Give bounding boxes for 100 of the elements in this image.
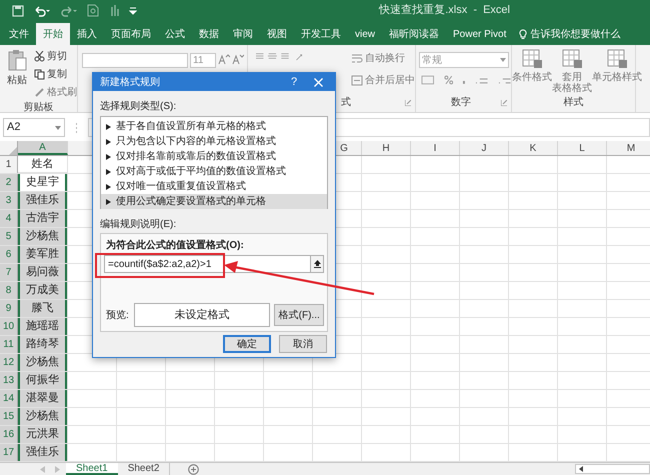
scroll-right-icon[interactable] xyxy=(55,466,60,473)
column-header[interactable]: I xyxy=(411,141,460,155)
redo-icon[interactable] xyxy=(60,4,78,16)
rule-type-item[interactable]: 只为包含以下内容的单元格设置格式 xyxy=(116,134,276,149)
increase-font-icon[interactable] xyxy=(218,53,230,65)
help-button[interactable]: ? xyxy=(286,74,302,90)
scroll-left-icon[interactable] xyxy=(579,466,583,472)
column-header[interactable]: K xyxy=(509,141,558,155)
ribbon-tab[interactable]: 视图 xyxy=(260,23,294,45)
format-button[interactable]: 格式(F)... xyxy=(274,304,324,326)
ribbon-tab[interactable]: 文件 xyxy=(2,23,36,45)
column-header[interactable]: H xyxy=(362,141,411,155)
dialog-button[interactable]: 确定 xyxy=(223,335,271,353)
ribbon-tab[interactable]: 福昕阅读器 xyxy=(382,23,446,45)
row-header[interactable]: 14 xyxy=(0,390,18,407)
wrap-text-icon[interactable] xyxy=(351,53,363,64)
paste-icon[interactable] xyxy=(7,49,27,71)
row-header[interactable]: 10 xyxy=(0,318,18,335)
row-header[interactable]: 13 xyxy=(0,372,18,389)
brush-icon[interactable] xyxy=(34,87,45,98)
font-name-field[interactable] xyxy=(82,53,188,68)
table-cell[interactable]: 万成美 xyxy=(18,282,68,299)
table-cell[interactable]: 强佳乐 xyxy=(18,444,68,461)
ribbon-tab[interactable]: 数据 xyxy=(192,23,226,45)
row-header[interactable]: 9 xyxy=(0,300,18,317)
row-header[interactable]: 7 xyxy=(0,264,18,281)
style-button[interactable]: 套用 表格格式 xyxy=(552,72,592,94)
tell-me-search[interactable]: 告诉我你想要做什么 xyxy=(530,26,620,42)
paste-label[interactable]: 粘贴 xyxy=(7,73,27,88)
dialog-launcher-icon[interactable] xyxy=(405,100,411,106)
copy-icon[interactable] xyxy=(34,69,45,80)
table-cell[interactable]: 姓名 xyxy=(18,156,68,173)
row-header[interactable]: 1 xyxy=(0,156,18,173)
sheet-tab[interactable]: Sheet2 xyxy=(118,463,170,475)
add-sheet-icon[interactable] xyxy=(188,464,200,475)
table-cell[interactable]: 施瑶瑶 xyxy=(18,318,68,335)
customize-caret-icon[interactable] xyxy=(129,6,137,14)
column-header[interactable]: A xyxy=(18,141,68,155)
table-cell[interactable]: 沙杨焦 xyxy=(18,408,68,425)
close-icon[interactable] xyxy=(314,78,323,86)
row-header[interactable]: 16 xyxy=(0,426,18,443)
row-header[interactable]: 4 xyxy=(0,210,18,227)
caret-icon[interactable] xyxy=(55,126,61,130)
merge-icon[interactable] xyxy=(351,75,363,86)
style-button[interactable]: 单元格样式 xyxy=(592,72,642,83)
scissors-icon[interactable] xyxy=(34,51,45,62)
ribbon-tab[interactable]: view xyxy=(348,23,382,45)
table-cell[interactable]: 沙杨焦 xyxy=(18,228,68,245)
row-header[interactable]: 11 xyxy=(0,336,18,353)
undo-icon[interactable] xyxy=(33,4,51,16)
table-style-icon[interactable] xyxy=(521,48,543,70)
row-header[interactable]: 6 xyxy=(0,246,18,263)
ribbon-tab[interactable]: 开始 xyxy=(36,23,70,45)
table-cell[interactable]: 何振华 xyxy=(18,372,68,389)
table-cell[interactable]: 沙杨焦 xyxy=(18,354,68,371)
horizontal-scrollbar[interactable] xyxy=(575,464,650,474)
row-header[interactable]: 17 xyxy=(0,444,18,461)
rule-type-item[interactable]: 基于各自值设置所有单元格的格式 xyxy=(116,119,266,134)
cut-button[interactable]: 剪切 xyxy=(47,49,67,64)
table-cell[interactable]: 强佳乐 xyxy=(18,192,68,209)
merge-center-button[interactable]: 合并后居中 xyxy=(365,73,415,88)
column-header[interactable]: J xyxy=(460,141,509,155)
dialog-launcher-icon[interactable] xyxy=(501,100,507,106)
table-cell[interactable]: 古浩宇 xyxy=(18,210,68,227)
sheet-tab[interactable]: Sheet1 xyxy=(66,463,118,475)
format-painter-button[interactable]: 格式刷 xyxy=(47,85,77,100)
ribbon-tab[interactable]: 公式 xyxy=(158,23,192,45)
percent-icon[interactable] xyxy=(444,75,454,85)
table-cell[interactable]: 易问薇 xyxy=(18,264,68,281)
decrease-font-icon[interactable] xyxy=(232,53,244,65)
copy-button[interactable]: 复制 xyxy=(47,67,67,82)
rule-type-list[interactable]: 基于各自值设置所有单元格的格式 只为包含以下内容的单元格设置格式 仅对排名靠前或靠后的数值设置格式 仅对高于或低于平均值的数值设置格式 仅对唯一值或重复值设置格式 使用公式确定要设置格式的单元格 xyxy=(100,116,328,209)
column-header[interactable]: M xyxy=(607,141,650,155)
rule-type-item[interactable]: 仅对高于或低于平均值的数值设置格式 xyxy=(116,164,286,179)
caret-icon[interactable] xyxy=(500,58,506,62)
table-cell[interactable]: 湛翠曼 xyxy=(18,390,68,407)
table-style-icon[interactable] xyxy=(606,48,628,70)
style-button[interactable]: 条件格式 xyxy=(512,72,552,83)
align-icon[interactable] xyxy=(256,51,289,61)
table-cell[interactable]: 元洪果 xyxy=(18,426,68,443)
formula-input[interactable]: =countif($a$2:a2,a2)>1 xyxy=(104,255,324,273)
save-icon[interactable] xyxy=(12,4,24,16)
table-style-icon[interactable] xyxy=(561,48,583,70)
wrap-text-button[interactable]: 自动换行 xyxy=(365,51,405,66)
table-cell[interactable]: 路绮琴 xyxy=(18,336,68,353)
row-header[interactable]: 15 xyxy=(0,408,18,425)
name-box[interactable]: A2 xyxy=(3,118,65,137)
collapse-dialog-button[interactable] xyxy=(310,256,323,272)
ribbon-tab[interactable]: 页面布局 xyxy=(104,23,158,45)
column-header[interactable]: L xyxy=(558,141,607,155)
table-cell[interactable]: 史星宇 xyxy=(18,174,68,191)
row-header[interactable]: 2 xyxy=(0,174,18,191)
rule-type-item[interactable]: 仅对唯一值或重复值设置格式 xyxy=(116,179,246,194)
ribbon-tab[interactable]: 插入 xyxy=(70,23,104,45)
row-header[interactable]: 5 xyxy=(0,228,18,245)
ribbon-tab[interactable]: 审阅 xyxy=(226,23,260,45)
row-header[interactable]: 12 xyxy=(0,354,18,371)
ribbon-tab[interactable]: Power Pivot xyxy=(446,23,514,45)
row-header[interactable]: 8 xyxy=(0,282,18,299)
print-preview-icon[interactable] xyxy=(87,4,99,17)
